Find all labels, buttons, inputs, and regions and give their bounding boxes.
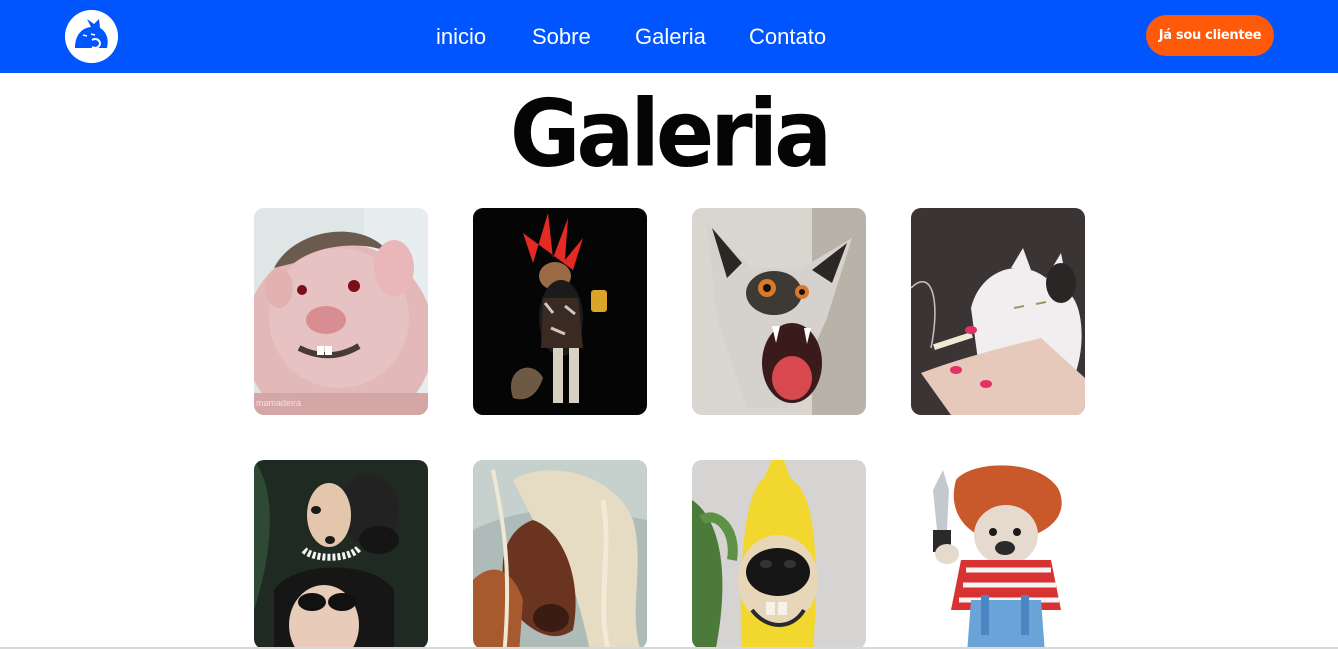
page-title: Galeria	[509, 80, 832, 188]
gallery-image-bulldog-chucky[interactable]	[911, 460, 1085, 649]
nav-link-inicio[interactable]: inicio	[436, 22, 486, 52]
nav-link-galeria[interactable]: Galeria	[635, 22, 706, 52]
nav-link-contato[interactable]: Contato	[749, 22, 826, 52]
cat-logo-icon[interactable]	[65, 10, 118, 63]
watermark-text: mamadeira	[256, 398, 301, 408]
gallery-image-chihuahua[interactable]	[254, 460, 428, 649]
gallery-image-cat-smoking[interactable]	[911, 208, 1085, 415]
client-login-button[interactable]: Já sou clientee	[1146, 15, 1274, 56]
gallery-image-rat[interactable]: mamadeira	[254, 208, 428, 415]
navbar: inicio Sobre Galeria Contato Já sou clie…	[0, 0, 1338, 73]
gallery-image-cat-scream[interactable]	[692, 208, 866, 415]
gallery-image-squirrel[interactable]	[473, 208, 647, 415]
gallery-image-horse-wig[interactable]	[473, 460, 647, 649]
nav-link-sobre[interactable]: Sobre	[532, 22, 591, 52]
gallery-image-dog-banana[interactable]	[692, 460, 866, 649]
